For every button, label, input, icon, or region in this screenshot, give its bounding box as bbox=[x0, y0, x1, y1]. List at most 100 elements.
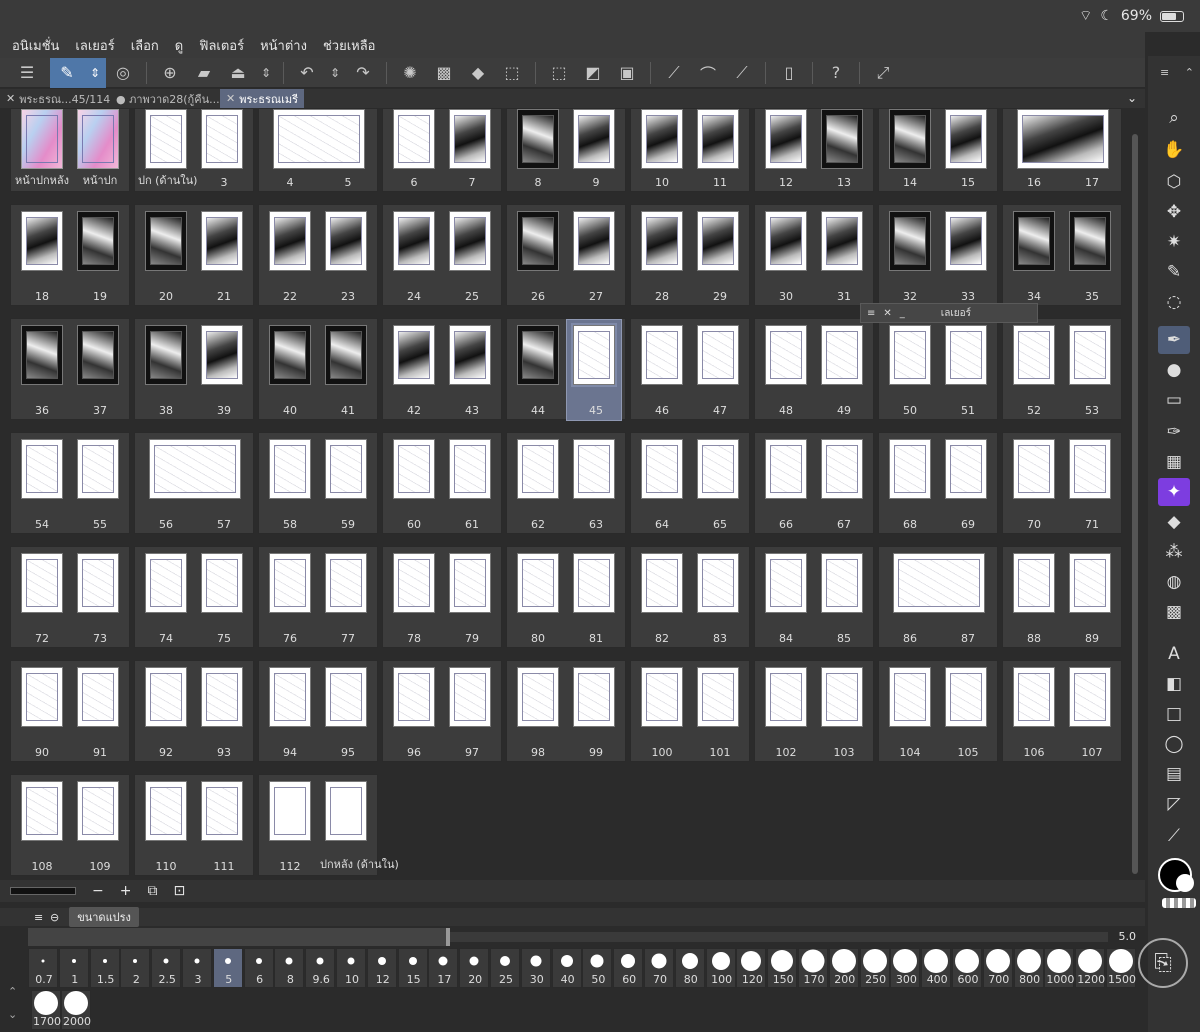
page-thumbnail[interactable] bbox=[1069, 667, 1111, 727]
chevron-down-icon[interactable]: ⌄ bbox=[1127, 91, 1137, 105]
tab-document-3[interactable]: ✕ พระธรณเมรี bbox=[220, 89, 305, 108]
page-thumbnail[interactable] bbox=[21, 439, 63, 499]
menu-icon[interactable]: ≡ bbox=[867, 308, 875, 319]
clip-studio-icon[interactable]: ◎ bbox=[106, 58, 140, 88]
page-thumbnail[interactable] bbox=[201, 781, 243, 841]
brush-size-preset[interactable]: 1500 bbox=[1106, 948, 1136, 988]
page-thumbnail[interactable] bbox=[945, 667, 987, 727]
page-thumbnail[interactable] bbox=[517, 667, 559, 727]
page-spread[interactable]: 32 33 bbox=[878, 204, 998, 306]
zoom-slider[interactable] bbox=[10, 887, 76, 895]
page-thumbnail[interactable] bbox=[889, 325, 931, 385]
hand-icon[interactable]: ✋ bbox=[1158, 136, 1190, 164]
page-thumbnail[interactable] bbox=[641, 553, 683, 613]
page-thumbnail[interactable] bbox=[145, 781, 187, 841]
brush-size-preset[interactable]: 15 bbox=[397, 948, 428, 988]
brush-size-preset[interactable]: 1000 bbox=[1044, 948, 1075, 988]
page-thumbnail[interactable] bbox=[517, 553, 559, 613]
page-spread[interactable]: 22 23 bbox=[258, 204, 378, 306]
page-thumbnail[interactable] bbox=[77, 781, 119, 841]
page-thumbnail[interactable] bbox=[697, 553, 739, 613]
sub-color-swatch[interactable] bbox=[1176, 874, 1194, 892]
brush-size-preset[interactable]: 25 bbox=[490, 948, 520, 988]
page-spread[interactable]: 110 111 bbox=[134, 774, 254, 876]
page-thumbnail[interactable] bbox=[449, 325, 491, 385]
menu-icon[interactable]: ≡ bbox=[1160, 66, 1169, 79]
zoom-out-button[interactable]: − bbox=[92, 883, 104, 899]
page-thumbnail[interactable] bbox=[765, 325, 807, 385]
brush-size-preset[interactable]: 10 bbox=[336, 948, 366, 988]
page-thumbnail[interactable] bbox=[77, 439, 119, 499]
brush-size-preset[interactable]: 150 bbox=[767, 948, 798, 988]
page-thumbnail[interactable] bbox=[641, 211, 683, 271]
page-thumbnail[interactable] bbox=[1069, 439, 1111, 499]
page-thumbnail[interactable] bbox=[573, 109, 615, 169]
page-spread[interactable]: 50 51 bbox=[878, 318, 998, 420]
page-thumbnail[interactable] bbox=[1069, 325, 1111, 385]
page-spread[interactable]: 54 55 bbox=[10, 432, 130, 534]
page-thumbnail[interactable] bbox=[821, 667, 863, 727]
page-thumbnail[interactable] bbox=[201, 211, 243, 271]
chevron-up-icon[interactable]: ⌃ bbox=[1185, 66, 1194, 79]
grid-icon[interactable]: ▩ bbox=[1158, 598, 1190, 626]
fullscreen-icon[interactable]: ⤢ bbox=[866, 58, 900, 88]
grid-snap-icon[interactable]: ⟋ bbox=[725, 58, 759, 88]
page-spread[interactable]: 52 53 bbox=[1002, 318, 1122, 420]
page-thumbnail[interactable] bbox=[393, 553, 435, 613]
page-spread[interactable]: 102 103 bbox=[754, 660, 874, 762]
page-thumbnail[interactable] bbox=[697, 667, 739, 727]
brush-icon[interactable]: ✑ bbox=[1158, 418, 1190, 446]
page-thumbnail[interactable] bbox=[945, 211, 987, 271]
page-spread[interactable]: 84 85 bbox=[754, 546, 874, 648]
page-spread[interactable]: 98 99 bbox=[506, 660, 626, 762]
page-thumbnail[interactable] bbox=[821, 553, 863, 613]
page-thumbnail[interactable] bbox=[149, 439, 241, 499]
page-thumbnail[interactable] bbox=[765, 439, 807, 499]
pen-icon[interactable]: ✒ bbox=[1158, 326, 1190, 354]
page-thumbnail[interactable] bbox=[1013, 439, 1055, 499]
page-spread[interactable]: 92 93 bbox=[134, 660, 254, 762]
page-thumbnail[interactable] bbox=[145, 211, 187, 271]
page-spread[interactable]: 18 19 bbox=[10, 204, 130, 306]
page-thumbnail[interactable] bbox=[449, 439, 491, 499]
page-thumbnail[interactable] bbox=[571, 323, 617, 387]
page-thumbnail[interactable] bbox=[573, 211, 615, 271]
tab-document-1[interactable]: ✕ พระธรณ...45/114 bbox=[0, 89, 110, 108]
page-thumbnail[interactable] bbox=[517, 439, 559, 499]
quick-access-button[interactable]: ⎘ bbox=[1138, 938, 1188, 988]
reset-view-icon[interactable]: ⊡ bbox=[173, 883, 185, 899]
special-ruler-snap-icon[interactable]: ⌒ bbox=[691, 58, 725, 88]
menu-select[interactable]: เลือก bbox=[131, 35, 159, 56]
search-icon[interactable]: ⌕ bbox=[1158, 104, 1190, 132]
page-spread[interactable]: 66 67 bbox=[754, 432, 874, 534]
page-spread[interactable]: 24 25 bbox=[382, 204, 502, 306]
brush-size-preset[interactable]: 1700 bbox=[31, 990, 61, 1030]
palette-grip-icon[interactable]: ≡ ⌃ bbox=[1160, 66, 1194, 79]
save-icon[interactable]: ⏏ bbox=[221, 58, 255, 88]
page-thumbnail[interactable] bbox=[641, 667, 683, 727]
page-thumbnail[interactable] bbox=[697, 109, 739, 169]
brush-size-preset[interactable]: 60 bbox=[613, 948, 644, 988]
close-icon[interactable]: ✕ bbox=[6, 92, 15, 105]
page-thumbnail[interactable] bbox=[145, 325, 187, 385]
page-spread[interactable]: หน้าปกหลัง หน้าปก bbox=[10, 108, 130, 192]
page-thumbnail[interactable] bbox=[77, 211, 119, 271]
invert-selection-icon[interactable]: ◩ bbox=[576, 58, 610, 88]
history-stepper-icon[interactable]: ⇕ bbox=[324, 58, 346, 88]
page-thumbnail[interactable] bbox=[1013, 667, 1055, 727]
page-thumbnail[interactable] bbox=[21, 781, 63, 841]
brush-size-preset[interactable]: 2 bbox=[120, 948, 151, 988]
page-thumbnail[interactable] bbox=[889, 109, 931, 169]
lasso-icon[interactable]: ◌ bbox=[1158, 288, 1190, 316]
brush-size-preset[interactable]: 9.6 bbox=[305, 948, 336, 988]
mode-stepper-icon[interactable]: ⇕ bbox=[84, 57, 106, 88]
page-spread[interactable]: 89 bbox=[506, 108, 626, 192]
close-icon[interactable]: ✕ bbox=[226, 92, 235, 105]
page-spread[interactable]: 20 21 bbox=[134, 204, 254, 306]
page-spread[interactable]: 67 bbox=[382, 108, 502, 192]
page-thumbnail[interactable] bbox=[201, 325, 243, 385]
page-spread[interactable]: 70 71 bbox=[1002, 432, 1122, 534]
zoom-in-button[interactable]: + bbox=[120, 883, 132, 899]
menu-animation[interactable]: อนิเมชั่น bbox=[12, 35, 59, 56]
pattern-icon[interactable]: ▦ bbox=[1158, 448, 1190, 476]
